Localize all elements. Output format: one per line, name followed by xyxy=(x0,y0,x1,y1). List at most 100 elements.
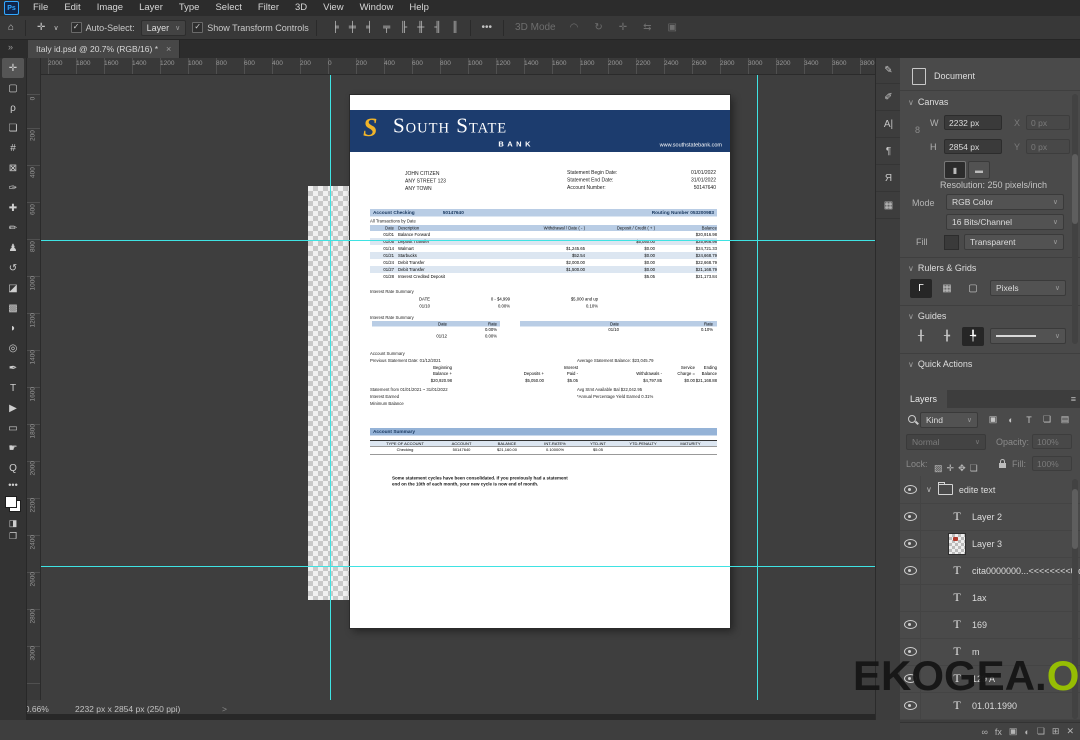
menu-item-window[interactable]: Window xyxy=(352,0,402,16)
menu-item-view[interactable]: View xyxy=(315,0,351,16)
filter-image-icon[interactable]: ▣ xyxy=(986,412,1000,427)
distribute-horizontal-icon[interactable]: ║ xyxy=(447,22,462,33)
filter-shape-icon[interactable]: ❏ xyxy=(1040,412,1054,427)
character-icon[interactable]: A| xyxy=(876,111,901,138)
new-guide-icon[interactable]: ╂ xyxy=(910,327,932,346)
ruler-origin-icon[interactable]: Γ xyxy=(910,279,932,298)
brushes-icon[interactable]: ✐ xyxy=(876,84,901,111)
tab-layers[interactable]: Layers xyxy=(900,390,947,408)
menu-item-image[interactable]: Image xyxy=(89,0,131,16)
layer-visibility-toggle[interactable] xyxy=(900,557,921,584)
delete-layer-icon[interactable]: ✕ xyxy=(1066,726,1074,737)
layer-visibility-toggle[interactable] xyxy=(900,476,921,503)
align-left-icon[interactable]: ╞ xyxy=(328,22,343,33)
eyedropper-tool[interactable]: ✑ xyxy=(2,178,24,198)
filter-adjustment-icon[interactable]: ◐ xyxy=(1004,412,1018,427)
fill-dropdown[interactable]: Transparent∨ xyxy=(964,234,1064,250)
menu-item-select[interactable]: Select xyxy=(207,0,249,16)
guides-section-header[interactable]: ∨Guides xyxy=(908,311,946,321)
opacity-field[interactable]: 100% xyxy=(1032,434,1072,449)
collapse-left-icon[interactable]: » xyxy=(8,42,13,52)
libraries-icon[interactable]: ▦ xyxy=(876,192,901,219)
menu-item-layer[interactable]: Layer xyxy=(131,0,171,16)
distribute-vertical-icon[interactable]: ╟ xyxy=(396,22,411,33)
hand-tool[interactable]: ☛ xyxy=(2,438,24,458)
pixel-grid-icon[interactable]: ▢ xyxy=(962,279,984,298)
align-top-icon[interactable]: ╤ xyxy=(379,22,394,33)
show-transform-checkbox[interactable]: ✓ xyxy=(192,22,203,33)
blur-tool[interactable]: ◗ xyxy=(2,318,24,338)
portrait-orientation-button[interactable]: ▮ xyxy=(944,161,966,179)
status-chevron-icon[interactable]: > xyxy=(222,704,227,714)
lock-all-icon[interactable] xyxy=(999,463,1006,468)
auto-select-target-dropdown[interactable]: Layer ∨ xyxy=(141,20,187,36)
layer-row[interactable]: T1ax xyxy=(900,584,1080,612)
constrain-link-icon[interactable]: 8 xyxy=(915,125,920,135)
landscape-orientation-button[interactable]: ▬ xyxy=(968,161,990,179)
kind-filter-dropdown[interactable]: Kind∨ xyxy=(920,412,978,428)
lock-transparency-icon[interactable]: ▨ xyxy=(934,463,943,473)
more-options-icon[interactable]: ••• xyxy=(478,22,497,33)
screen-mode-icon[interactable]: ❐ xyxy=(9,531,17,542)
lock-position-icon[interactable]: ✥ xyxy=(958,463,966,473)
foreground-background-swatches[interactable] xyxy=(5,496,21,512)
layer-row[interactable]: Layer 3 xyxy=(900,530,1080,558)
units-dropdown[interactable]: Pixels∨ xyxy=(990,280,1066,296)
lock-artboard-icon[interactable]: ❏ xyxy=(970,463,978,473)
canvas-section-header[interactable]: ∨Canvas xyxy=(908,97,948,107)
filter-type-icon[interactable]: T xyxy=(1022,412,1036,427)
lock-guides-icon[interactable]: ╊ xyxy=(936,327,958,346)
lasso-tool[interactable]: ρ xyxy=(2,98,24,118)
menu-item-3d[interactable]: 3D xyxy=(287,0,315,16)
paragraph-icon[interactable]: ¶ xyxy=(876,138,901,165)
move-tool-icon[interactable]: ✛ xyxy=(33,22,49,33)
distribute-right-icon[interactable]: ╢ xyxy=(430,22,445,33)
pen-tool[interactable]: ✒ xyxy=(2,358,24,378)
crop-tool[interactable]: # xyxy=(2,138,24,158)
quick-mask-icon[interactable]: ◨ xyxy=(9,518,18,529)
document-tab[interactable]: Italy id.psd @ 20.7% (RGB/16) * × xyxy=(28,39,180,58)
layer-row[interactable]: Tcita0000000...<<<<<<<<0 d xyxy=(900,557,1080,585)
rectangular-marquee-tool[interactable]: ▢ xyxy=(2,78,24,98)
layer-visibility-toggle[interactable] xyxy=(900,611,921,638)
history-brush-tool[interactable]: ↺ xyxy=(2,258,24,278)
canvas-area[interactable]: S South State BANK www.southstatebank.co… xyxy=(40,74,875,700)
frame-tool[interactable]: ⊠ xyxy=(2,158,24,178)
guide-style-dropdown[interactable]: ∨ xyxy=(990,328,1066,344)
rulers-grids-section-header[interactable]: ∨Rulers & Grids xyxy=(908,263,976,273)
layer-row[interactable]: ∨edite text xyxy=(900,476,1080,504)
move-tool[interactable]: ✛ xyxy=(2,58,24,78)
auto-select-checkbox[interactable]: ✓ xyxy=(71,22,82,33)
glyphs-icon[interactable]: Я xyxy=(876,165,901,192)
eraser-tool[interactable]: ◪ xyxy=(2,278,24,298)
rectangle-tool[interactable]: ▭ xyxy=(2,418,24,438)
lock-pixels-icon[interactable]: ✛ xyxy=(947,463,955,473)
home-icon[interactable]: ⌂ xyxy=(4,22,18,33)
chevron-down-icon[interactable]: ∨ xyxy=(49,24,62,32)
menu-item-filter[interactable]: Filter xyxy=(250,0,287,16)
canvas-height-field[interactable]: 2854 px xyxy=(944,139,1002,154)
menu-item-help[interactable]: Help xyxy=(401,0,437,16)
clone-stamp-tool[interactable]: ♟ xyxy=(2,238,24,258)
menu-item-edit[interactable]: Edit xyxy=(56,0,88,16)
adjustment-layer-icon[interactable]: ◐ xyxy=(1024,727,1029,737)
brush-tool[interactable]: ✏ xyxy=(2,218,24,238)
horizontal-ruler[interactable]: 2000180016001400120010008006004002000200… xyxy=(26,58,875,75)
quick-actions-section-header[interactable]: ∨Quick Actions xyxy=(908,359,972,369)
menu-item-type[interactable]: Type xyxy=(171,0,208,16)
object-selection-tool[interactable]: ❏ xyxy=(2,118,24,138)
guide-vertical-left[interactable] xyxy=(330,74,331,700)
layer-row[interactable]: T169 xyxy=(900,611,1080,639)
path-selection-tool[interactable]: ▶ xyxy=(2,398,24,418)
distribute-center-icon[interactable]: ╫ xyxy=(413,22,428,33)
spot-healing-brush-tool[interactable]: ✚ xyxy=(2,198,24,218)
fill-color-swatch[interactable] xyxy=(944,235,959,250)
vertical-ruler[interactable]: 2000200400600800100012001400160018002000… xyxy=(26,74,41,700)
link-layers-icon[interactable]: ∞ xyxy=(981,727,987,737)
layer-visibility-toggle[interactable] xyxy=(900,584,921,611)
close-icon[interactable]: × xyxy=(166,44,171,54)
filter-smart-object-icon[interactable]: ▤ xyxy=(1058,412,1072,427)
layer-effects-icon[interactable]: fx xyxy=(995,727,1002,737)
grid-icon[interactable]: ▦ xyxy=(936,279,958,298)
layer-row[interactable]: TLayer 2 xyxy=(900,503,1080,531)
